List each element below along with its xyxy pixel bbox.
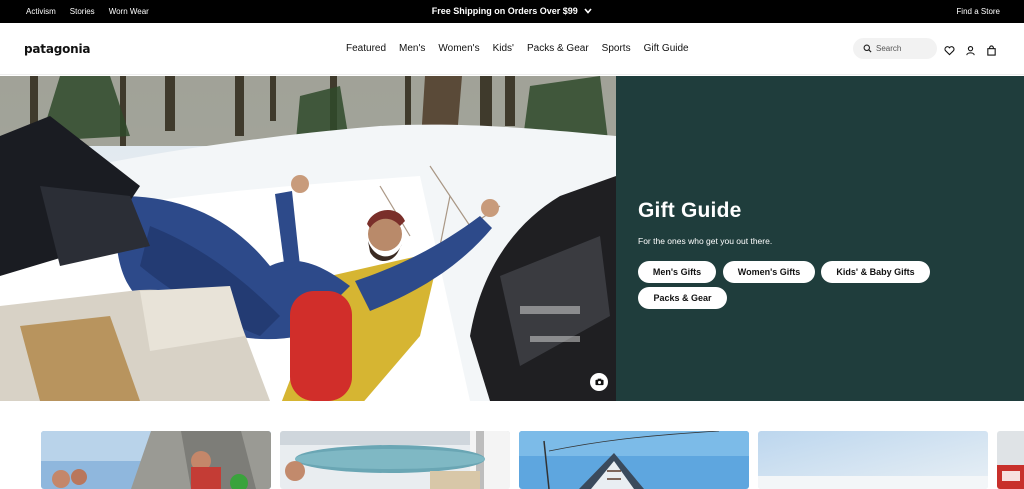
womens-gifts-button[interactable]: Women's Gifts <box>723 261 815 283</box>
hero-section: Gift Guide For the ones who get you out … <box>0 76 1024 401</box>
hero-title: Gift Guide <box>638 199 742 222</box>
nav-packs-gear[interactable]: Packs & Gear <box>527 43 589 54</box>
nav-sports[interactable]: Sports <box>602 43 631 54</box>
find-store-link[interactable]: Find a Store <box>956 7 1000 16</box>
user-icon[interactable] <box>965 43 976 56</box>
carousel-card[interactable] <box>280 431 510 489</box>
patagonia-logo[interactable]: patagonia <box>24 42 91 56</box>
carousel-card[interactable] <box>758 431 988 489</box>
gift-guide-panel: Gift Guide For the ones who get you out … <box>616 76 1024 401</box>
promo-banner[interactable]: Free Shipping on Orders Over $99 <box>0 6 1024 16</box>
hero-image[interactable] <box>0 76 616 401</box>
nav-kids[interactable]: Kids' <box>493 43 514 54</box>
site-header: patagonia Featured Men's Women's Kids' P… <box>0 23 1024 75</box>
carousel-card[interactable] <box>997 431 1024 489</box>
search-icon <box>863 40 872 58</box>
bag-icon[interactable] <box>986 43 997 56</box>
heart-icon[interactable] <box>944 43 955 56</box>
search-input[interactable] <box>876 44 936 53</box>
mens-gifts-button[interactable]: Men's Gifts <box>638 261 716 283</box>
hero-subtitle: For the ones who get you out there. <box>638 236 773 246</box>
carousel-card[interactable] <box>41 431 271 489</box>
nav-womens[interactable]: Women's <box>438 43 479 54</box>
nav-featured[interactable]: Featured <box>346 43 386 54</box>
promo-text: Free Shipping on Orders Over $99 <box>431 6 578 16</box>
nav-gift-guide[interactable]: Gift Guide <box>644 43 689 54</box>
card-carousel <box>0 401 1024 489</box>
camera-icon[interactable] <box>590 373 608 391</box>
main-nav: Featured Men's Women's Kids' Packs & Gea… <box>346 43 689 54</box>
search-box[interactable] <box>853 38 937 59</box>
chevron-down-icon <box>584 7 592 16</box>
kids-baby-gifts-button[interactable]: Kids' & Baby Gifts <box>821 261 930 283</box>
nav-mens[interactable]: Men's <box>399 43 425 54</box>
announcement-bar: Activism Stories Worn Wear Free Shipping… <box>0 0 1024 23</box>
carousel-card[interactable] <box>519 431 749 489</box>
packs-gear-button[interactable]: Packs & Gear <box>638 287 727 309</box>
